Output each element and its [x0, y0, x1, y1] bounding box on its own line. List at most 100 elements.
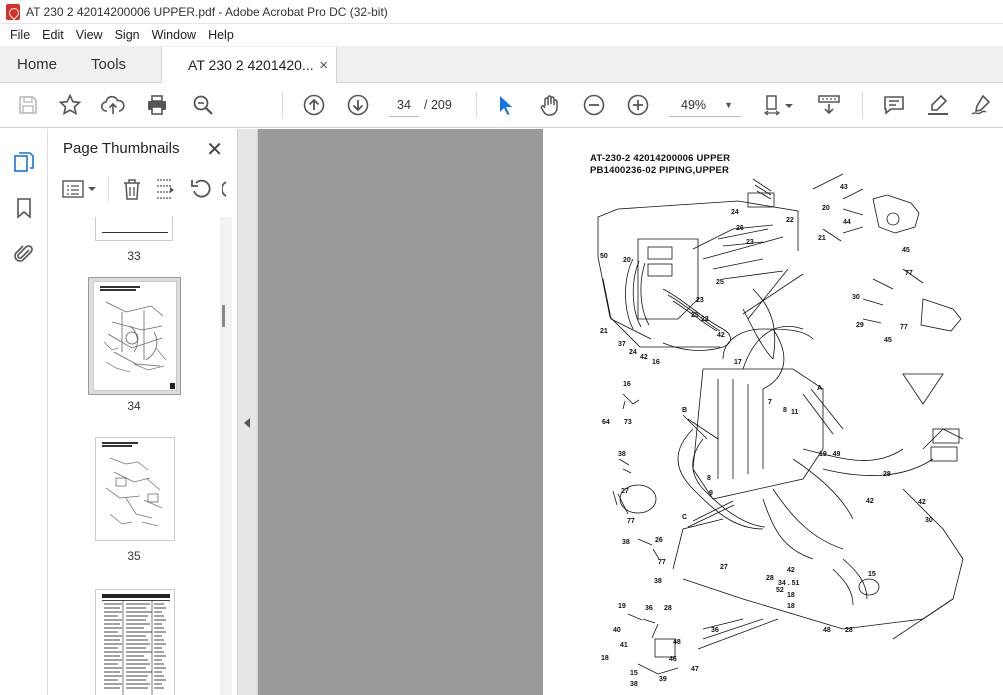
attachments-icon[interactable]: [12, 242, 36, 266]
parts-diagram: [597, 173, 964, 675]
zoom-in-icon[interactable]: [626, 93, 650, 117]
part-callout: 16: [652, 359, 660, 366]
extract-page-icon[interactable]: [154, 178, 176, 200]
part-callout: A: [817, 385, 823, 392]
part-callout: 28: [883, 471, 891, 478]
tab-home[interactable]: Home: [0, 46, 74, 82]
tab-document[interactable]: AT 230 2 4201420... ×: [161, 47, 338, 83]
menu-view[interactable]: View: [70, 28, 109, 42]
part-callout: 18: [601, 655, 609, 662]
page-thumbnails-icon[interactable]: [12, 150, 36, 174]
part-callout: 77: [658, 559, 666, 566]
part-callout: 47: [691, 666, 699, 673]
part-callout: 23: [746, 239, 754, 246]
upload-icon[interactable]: [101, 93, 125, 117]
thumbnail-page-34[interactable]: [93, 281, 177, 391]
chevron-down-icon[interactable]: [88, 185, 96, 193]
star-icon[interactable]: [58, 93, 82, 117]
zoom-search-icon[interactable]: [191, 93, 215, 117]
part-callout: 11: [791, 409, 799, 416]
part-callout: 45: [902, 247, 910, 254]
options-menu-icon[interactable]: [62, 179, 84, 199]
page-number-input[interactable]: 34: [389, 93, 419, 117]
menu-file[interactable]: File: [4, 28, 36, 42]
tab-tools[interactable]: Tools: [74, 46, 143, 82]
more-tools-icon[interactable]: [222, 178, 228, 200]
part-callout: 30: [852, 294, 860, 301]
part-callout: 28: [664, 605, 672, 612]
toolbar: 34 / 209 49% ▼: [0, 83, 1003, 128]
collapse-arrow-icon[interactable]: [244, 418, 250, 428]
scroll-mode-icon[interactable]: [817, 93, 841, 117]
part-callout: 45: [884, 337, 892, 344]
close-panel-icon[interactable]: ✕: [206, 137, 223, 162]
part-callout: 48: [823, 627, 831, 634]
part-callout: 42: [918, 499, 926, 506]
zoom-level-select[interactable]: 49% ▼: [669, 93, 741, 117]
hand-icon[interactable]: [538, 93, 562, 117]
part-callout: 24: [731, 209, 739, 216]
close-tab-icon[interactable]: ×: [319, 57, 328, 74]
thumbnail-scrollbar[interactable]: [220, 217, 232, 695]
rotate-icon[interactable]: [190, 178, 212, 200]
menu-bar: File Edit View Sign Window Help: [0, 24, 1003, 46]
part-callout: 23: [696, 297, 704, 304]
menu-window[interactable]: Window: [146, 28, 202, 42]
thumbnail-page-35[interactable]: [95, 437, 175, 541]
zoom-level-value: 49%: [681, 98, 707, 112]
part-callout: 37: [618, 341, 626, 348]
zoom-out-icon[interactable]: [582, 93, 606, 117]
part-callout: C: [682, 514, 688, 521]
acrobat-app-icon: [6, 3, 20, 20]
panel-collapse-strip[interactable]: [238, 129, 258, 695]
part-callout: 42: [866, 498, 874, 505]
part-callout: 19: [618, 603, 626, 610]
part-callout: 15: [868, 571, 876, 578]
part-callout: 36: [711, 627, 719, 634]
navigation-rail: [0, 129, 48, 695]
thumbnail-page-33[interactable]: [95, 217, 173, 241]
menu-help[interactable]: Help: [202, 28, 240, 42]
select-arrow-icon[interactable]: [494, 93, 518, 117]
part-callout: 40: [613, 627, 621, 634]
document-tab-label: AT 230 2 4201420...: [188, 57, 314, 73]
part-callout: 29: [856, 322, 864, 329]
document-viewer: AT-230-2 42014200006 UPPER PB1400236-02 …: [258, 129, 1003, 695]
part-callout: 25: [691, 312, 699, 319]
thumbnail-label: 35: [127, 549, 141, 563]
part-callout: 25: [716, 279, 724, 286]
part-callout: 44: [843, 219, 851, 226]
part-callout: 8: [707, 475, 711, 482]
menu-sign[interactable]: Sign: [109, 28, 146, 42]
part-callout: 38: [630, 681, 638, 688]
part-callout: 22: [701, 316, 709, 323]
highlight-icon[interactable]: [926, 93, 950, 117]
menu-edit[interactable]: Edit: [36, 28, 70, 42]
page-up-icon[interactable]: [302, 93, 326, 117]
part-callout: 8: [783, 407, 787, 414]
thumbnail-label: 33: [127, 249, 141, 263]
print-icon[interactable]: [145, 93, 169, 117]
comment-icon[interactable]: [882, 93, 906, 117]
part-callout: 17: [734, 359, 742, 366]
delete-icon[interactable]: [122, 178, 142, 200]
thumbnail-page-36[interactable]: [95, 589, 175, 695]
bookmarks-icon[interactable]: [12, 196, 36, 220]
toolbar-divider: [282, 92, 283, 118]
part-callout: 39: [659, 676, 667, 683]
part-callout: 26: [655, 537, 663, 544]
thumbnail-drawing: [100, 286, 175, 389]
part-callout: 73: [624, 419, 632, 426]
scrollbar-thumb[interactable]: [222, 305, 225, 327]
tab-bar: Home Tools AT 230 2 4201420... ×: [0, 46, 1003, 83]
page-down-icon[interactable]: [346, 93, 370, 117]
fit-page-icon[interactable]: [762, 93, 786, 117]
part-callout: 19 . 49: [819, 451, 841, 458]
part-callout: 18: [787, 603, 795, 610]
panel-title: Page Thumbnails: [63, 140, 180, 157]
save-icon[interactable]: [16, 93, 40, 117]
thumbnail-list: 33 34 35: [48, 217, 218, 695]
part-callout: 77: [900, 324, 908, 331]
sign-icon[interactable]: [969, 93, 993, 117]
chevron-down-icon[interactable]: [784, 93, 794, 117]
